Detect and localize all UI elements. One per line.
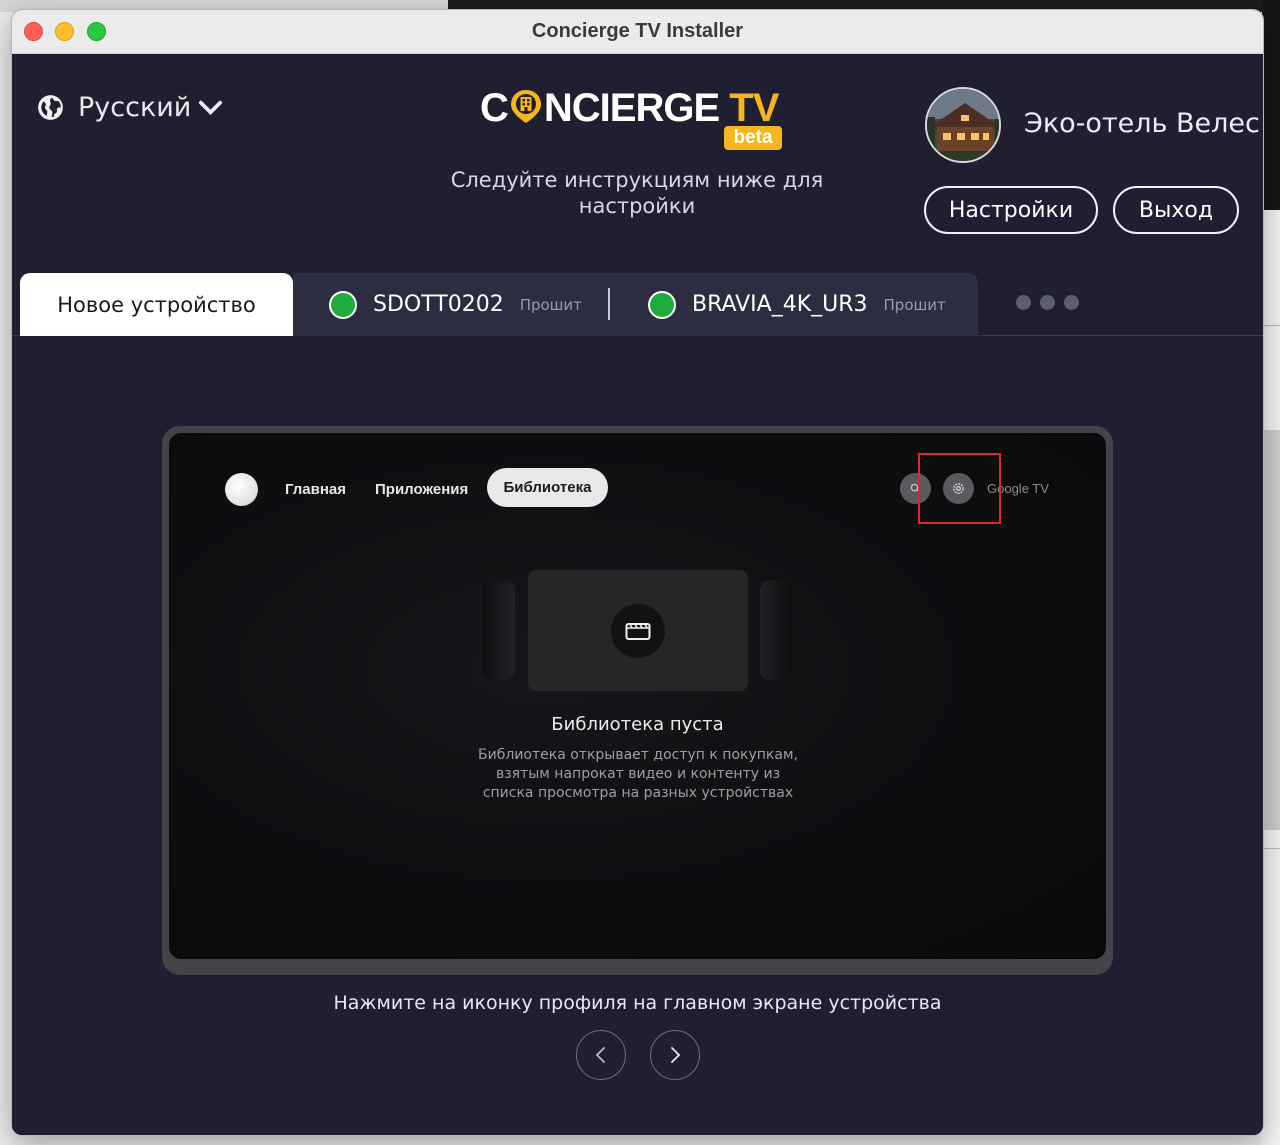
previous-step-button[interactable] bbox=[576, 1030, 626, 1080]
settings-button[interactable]: Настройки bbox=[924, 186, 1098, 234]
library-card-placeholder bbox=[483, 580, 515, 680]
concierge-tv-logo: C NCIERGE TV beta bbox=[480, 84, 800, 164]
hotel-photo bbox=[927, 89, 999, 161]
beta-badge: beta bbox=[724, 126, 782, 150]
step-instruction: Нажмите на иконку профиля на главном экр… bbox=[333, 992, 942, 1014]
logout-button[interactable]: Выход bbox=[1113, 186, 1239, 234]
tv-nav-library: Библиотека bbox=[487, 468, 608, 507]
tv-nav-apps: Приложения bbox=[375, 481, 469, 498]
library-card-placeholder bbox=[760, 580, 792, 680]
device-status: Прошит bbox=[883, 295, 946, 314]
tab-device-bravia[interactable]: BRAVIA_4K_UR3 Прошит bbox=[648, 273, 946, 336]
chevron-down-icon bbox=[199, 100, 223, 115]
empty-library-title: Библиотека пуста bbox=[551, 714, 724, 735]
tab-device-sdott0202[interactable]: SDOTT0202 Прошит bbox=[329, 273, 582, 336]
profile-icon bbox=[225, 473, 258, 506]
tab-separator bbox=[608, 288, 610, 320]
chevron-left-icon bbox=[595, 1047, 605, 1063]
hotel-name: Эко-отель Велес bbox=[1024, 108, 1260, 139]
next-step-button[interactable] bbox=[650, 1030, 700, 1080]
dot-icon bbox=[1016, 295, 1031, 310]
globe-icon bbox=[38, 94, 63, 120]
title-bar: Concierge TV Installer bbox=[12, 10, 1263, 54]
app-window: Concierge TV Installer Русский C NCIERGE… bbox=[12, 10, 1263, 1135]
device-status: Прошит bbox=[519, 295, 582, 314]
dot-icon bbox=[1040, 295, 1055, 310]
tv-screen: Главная Приложения Библиотека Google TV bbox=[169, 433, 1106, 959]
language-label: Русский bbox=[78, 91, 192, 123]
window-title: Concierge TV Installer bbox=[531, 20, 744, 42]
location-pin-icon bbox=[510, 90, 541, 123]
device-name: BRAVIA_4K_UR3 bbox=[692, 292, 868, 317]
tab-new-device[interactable]: Новое устройство bbox=[20, 273, 293, 336]
library-card bbox=[528, 570, 748, 691]
tv-nav-home: Главная bbox=[285, 481, 347, 498]
device-tabs: SDOTT0202 Прошит BRAVIA_4K_UR3 Прошит bbox=[293, 273, 978, 336]
hotel-avatar[interactable] bbox=[925, 87, 1001, 163]
status-dot bbox=[648, 290, 676, 319]
status-dot bbox=[329, 290, 357, 319]
background-window-edge bbox=[1262, 0, 1280, 1145]
empty-library-description: Библиотека открывает доступ к покупкам, … bbox=[478, 747, 798, 801]
tv-frame: Главная Приложения Библиотека Google TV bbox=[162, 426, 1113, 975]
dot-icon bbox=[1064, 295, 1079, 310]
film-icon bbox=[611, 603, 665, 658]
page-subtitle: Следуйте инструкциям ниже для настройки bbox=[450, 168, 824, 218]
more-devices-button[interactable] bbox=[1016, 295, 1079, 310]
logo-text: NCIERGE bbox=[543, 86, 720, 130]
main-content: Русский C NCIERGE TV beta Следуйте инстр… bbox=[12, 54, 1263, 1135]
chevron-right-icon bbox=[671, 1047, 681, 1063]
device-name: SDOTT0202 bbox=[373, 292, 504, 317]
language-selector[interactable]: Русский bbox=[37, 90, 224, 124]
logo-tv: TV bbox=[729, 86, 779, 130]
logo-letter: C bbox=[480, 86, 509, 130]
highlight-box bbox=[918, 453, 1001, 524]
